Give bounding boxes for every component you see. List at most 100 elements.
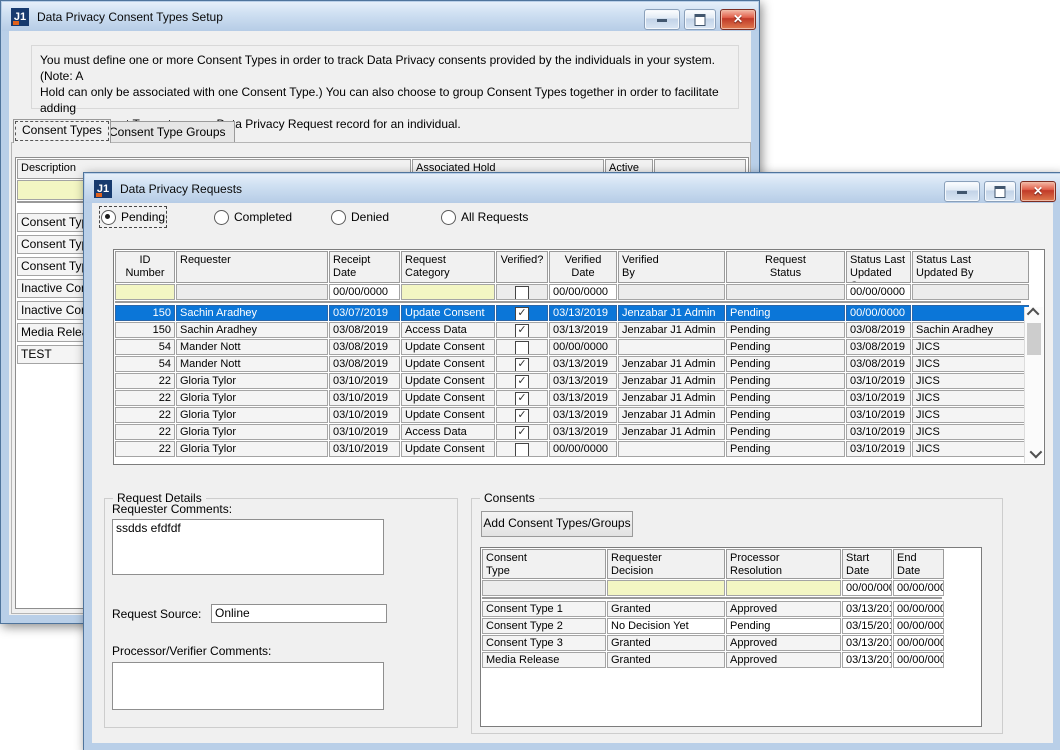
- cell-category[interactable]: Update Consent: [401, 441, 495, 457]
- column-header[interactable]: Consent Type: [482, 549, 606, 579]
- requests-titlebar[interactable]: J1 Data Privacy Requests ✕: [85, 174, 1060, 203]
- checkbox-checked-icon[interactable]: ✓: [515, 324, 529, 338]
- cell-receipt[interactable]: 03/08/2019: [329, 356, 400, 372]
- request-row[interactable]: 22Gloria Tylor03/10/2019Update Consent✓0…: [115, 373, 1044, 389]
- cell-decision[interactable]: No Decision Yet: [607, 618, 725, 634]
- cell-verified[interactable]: ✓: [496, 424, 548, 440]
- cell-id[interactable]: 150: [115, 322, 175, 338]
- cell-category[interactable]: Update Consent: [401, 339, 495, 355]
- checkbox-checked-icon[interactable]: ✓: [515, 392, 529, 406]
- cell-vdate[interactable]: 03/13/2019: [549, 373, 617, 389]
- cell-updated_on[interactable]: 03/10/2019: [846, 390, 911, 406]
- filter-cell[interactable]: [401, 284, 495, 300]
- cell-id[interactable]: 22: [115, 373, 175, 389]
- cell-id[interactable]: 54: [115, 356, 175, 372]
- cell-type[interactable]: Consent Type 2: [482, 618, 606, 634]
- consent-setup-titlebar[interactable]: J1 Data Privacy Consent Types Setup ✕: [2, 2, 758, 31]
- cell-updated_by[interactable]: JICS: [912, 424, 1029, 440]
- cell-vby[interactable]: Jenzabar J1 Admin: [618, 407, 725, 423]
- cell-type[interactable]: Consent Type 1: [482, 601, 606, 617]
- cell-status[interactable]: Pending: [726, 356, 845, 372]
- cell-updated_by[interactable]: JICS: [912, 373, 1029, 389]
- cell-verified[interactable]: ✓: [496, 322, 548, 338]
- cell-requester[interactable]: Sachin Aradhey: [176, 322, 328, 338]
- column-header[interactable]: Requester Decision: [607, 549, 725, 579]
- cell-requester[interactable]: Sachin Aradhey: [176, 305, 328, 321]
- cell-updated_on[interactable]: 00/00/0000: [846, 305, 911, 321]
- minimize-button[interactable]: [644, 9, 680, 30]
- cell-type[interactable]: Media Release: [482, 652, 606, 668]
- close-button[interactable]: ✕: [1020, 181, 1056, 202]
- scroll-up-icon[interactable]: [1025, 307, 1043, 322]
- column-header[interactable]: Processor Resolution: [726, 549, 841, 579]
- request-row[interactable]: 22Gloria Tylor03/10/2019Update Consent00…: [115, 441, 1044, 457]
- filter-cell[interactable]: [176, 284, 328, 300]
- scroll-down-icon[interactable]: [1025, 448, 1043, 463]
- cell-decision[interactable]: Granted: [607, 601, 725, 617]
- cell-vdate[interactable]: 00/00/0000: [549, 441, 617, 457]
- cell-resolution[interactable]: Approved: [726, 652, 841, 668]
- filter-cell[interactable]: 00/00/0000: [846, 284, 911, 300]
- tab-consent-type-groups[interactable]: Consent Type Groups: [100, 121, 235, 143]
- filter-cell[interactable]: [912, 284, 1029, 300]
- processor-comments-textarea[interactable]: [112, 662, 384, 710]
- cell-receipt[interactable]: 03/08/2019: [329, 322, 400, 338]
- cell-end[interactable]: 00/00/000: [893, 635, 944, 651]
- cell-resolution[interactable]: Approved: [726, 601, 841, 617]
- column-header[interactable]: Status Last Updated By: [912, 251, 1029, 283]
- request-row[interactable]: 150Sachin Aradhey03/07/2019Update Consen…: [115, 305, 1044, 321]
- cell-requester[interactable]: Gloria Tylor: [176, 424, 328, 440]
- restore-button[interactable]: [684, 9, 716, 30]
- cell-updated_on[interactable]: 03/08/2019: [846, 356, 911, 372]
- column-header[interactable]: Request Category: [401, 251, 495, 283]
- cell-resolution[interactable]: Pending: [726, 618, 841, 634]
- cell-vby[interactable]: Jenzabar J1 Admin: [618, 322, 725, 338]
- consent-row[interactable]: Consent Type 1GrantedApproved03/13/20100…: [482, 601, 981, 617]
- cell-vby[interactable]: [618, 339, 725, 355]
- cell-requester[interactable]: Gloria Tylor: [176, 441, 328, 457]
- column-header[interactable]: End Date: [893, 549, 944, 579]
- cell-status[interactable]: Pending: [726, 373, 845, 389]
- cell-id[interactable]: 54: [115, 339, 175, 355]
- checkbox-checked-icon[interactable]: ✓: [515, 426, 529, 440]
- request-row[interactable]: 22Gloria Tylor03/10/2019Update Consent✓0…: [115, 407, 1044, 423]
- cell-vdate[interactable]: 03/13/2019: [549, 390, 617, 406]
- cell-end[interactable]: 00/00/000: [893, 618, 944, 634]
- filter-cell[interactable]: 00/00/0000: [329, 284, 400, 300]
- cell-category[interactable]: Access Data: [401, 424, 495, 440]
- filter-cell[interactable]: [618, 284, 725, 300]
- cell-updated_on[interactable]: 03/10/2019: [846, 373, 911, 389]
- grid-vscrollbar[interactable]: [1024, 307, 1043, 463]
- cell-vdate[interactable]: 03/13/2019: [549, 305, 617, 321]
- cell-category[interactable]: Update Consent: [401, 390, 495, 406]
- scrollbar-thumb[interactable]: [1027, 323, 1041, 355]
- cell-status[interactable]: Pending: [726, 424, 845, 440]
- request-row[interactable]: 22Gloria Tylor03/10/2019Update Consent✓0…: [115, 390, 1044, 406]
- cell-start[interactable]: 03/13/201: [842, 635, 892, 651]
- cell-updated_by[interactable]: [912, 305, 1029, 321]
- filter-cell[interactable]: 00/00/000: [893, 580, 944, 596]
- cell-updated_on[interactable]: 03/08/2019: [846, 339, 911, 355]
- cell-id[interactable]: 22: [115, 424, 175, 440]
- cell-decision[interactable]: Granted: [607, 652, 725, 668]
- cell-vby[interactable]: Jenzabar J1 Admin: [618, 356, 725, 372]
- cell-requester[interactable]: Gloria Tylor: [176, 373, 328, 389]
- cell-end[interactable]: 00/00/000: [893, 652, 944, 668]
- cell-updated_by[interactable]: JICS: [912, 407, 1029, 423]
- column-header[interactable]: Status Last Updated On: [846, 251, 911, 283]
- column-header[interactable]: Verified Date: [549, 251, 617, 283]
- column-header[interactable]: Verified By: [618, 251, 725, 283]
- radio-completed[interactable]: Completed: [214, 208, 292, 226]
- cell-receipt[interactable]: 03/10/2019: [329, 373, 400, 389]
- cell-vby[interactable]: [618, 441, 725, 457]
- checkbox-icon[interactable]: [515, 286, 529, 300]
- cell-decision[interactable]: Granted: [607, 635, 725, 651]
- cell-id[interactable]: 150: [115, 305, 175, 321]
- cell-vby[interactable]: Jenzabar J1 Admin: [618, 424, 725, 440]
- cell-start[interactable]: 03/13/201: [842, 652, 892, 668]
- column-header[interactable]: Receipt Date: [329, 251, 400, 283]
- cell-verified[interactable]: ✓: [496, 390, 548, 406]
- cell-verified[interactable]: ✓: [496, 356, 548, 372]
- request-row[interactable]: 150Sachin Aradhey03/08/2019Access Data✓0…: [115, 322, 1044, 338]
- consent-row[interactable]: Consent Type 3GrantedApproved03/13/20100…: [482, 635, 981, 651]
